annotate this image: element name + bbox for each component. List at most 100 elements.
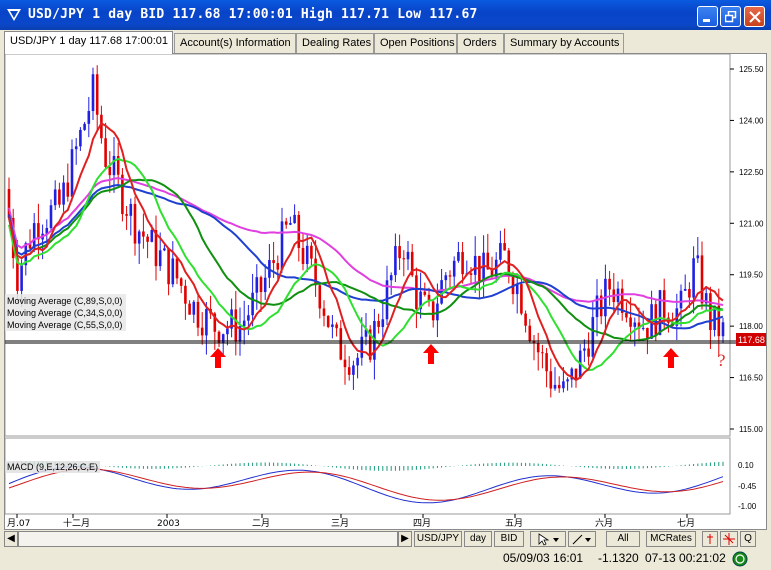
candle-body xyxy=(326,315,330,327)
candle-body xyxy=(633,322,637,327)
tab-label: Dealing Rates xyxy=(302,37,372,49)
price-chart[interactable]: 125.50 124.00 122.50 121.00 119.50 118.00 116.… xyxy=(5,54,766,529)
horizontal-scrollbar[interactable] xyxy=(18,531,398,547)
candle-body xyxy=(541,352,544,354)
price-axis: 125.50 124.00 122.50 121.00 119.50 118.00 116.… xyxy=(730,65,764,434)
legend-ma34[interactable]: Moving Average (C,34,S,0,0) xyxy=(7,308,122,318)
scroll-left-button[interactable]: ◀ xyxy=(4,531,18,547)
candle-body xyxy=(276,263,280,270)
candle-body xyxy=(629,317,632,327)
minimize-button[interactable] xyxy=(697,6,718,27)
question-mark: ? xyxy=(717,351,726,370)
candle-body xyxy=(536,343,540,353)
tab-summary-by-accounts[interactable]: Summary by Accounts xyxy=(504,33,624,53)
candle-body xyxy=(91,74,95,112)
candle-body xyxy=(389,275,393,281)
candle-body xyxy=(335,324,338,329)
price-tick-label: 122.50 xyxy=(739,168,764,177)
tab-orders[interactable]: Orders xyxy=(457,33,504,53)
candle-body xyxy=(641,327,645,329)
bid-button[interactable]: BID xyxy=(494,531,524,547)
cursor-tool-button[interactable] xyxy=(530,531,566,547)
candle-body xyxy=(163,248,166,251)
status-bar: 05/09/03 16:01 -1.1320 07-13 00:21:02 xyxy=(0,548,771,570)
candle-body xyxy=(255,277,259,293)
draw-tool-button[interactable] xyxy=(568,531,596,547)
date-tick-label: 2003 xyxy=(157,519,180,529)
candle-body xyxy=(356,357,359,366)
close-icon xyxy=(749,11,761,23)
tab-label: USD/JPY 1 day 117.68 17:00:01 xyxy=(10,35,168,47)
symbol-button[interactable]: USD/JPY xyxy=(414,531,462,547)
candle-body xyxy=(137,231,141,244)
candle-body xyxy=(184,285,187,304)
price-tick-label: 121.00 xyxy=(739,219,764,228)
period-button[interactable]: day xyxy=(464,531,492,547)
price-tick-label: 125.50 xyxy=(739,65,764,74)
candle-body xyxy=(196,301,200,328)
range-all-button[interactable]: All xyxy=(606,531,640,547)
candle-body xyxy=(331,324,334,327)
legend-ma55[interactable]: Moving Average (C,55,S,0,0) xyxy=(7,320,122,330)
candle-body xyxy=(524,313,527,326)
candle-body xyxy=(549,371,553,389)
candle-body xyxy=(175,258,179,279)
candle-body xyxy=(339,328,343,360)
candle-body xyxy=(318,285,322,309)
chart-area[interactable]: 125.50 124.00 122.50 121.00 119.50 118.00 116.… xyxy=(4,53,767,530)
date-tick-label: 三月 xyxy=(331,518,349,529)
candle-body xyxy=(79,129,82,147)
crosshair-button[interactable] xyxy=(720,531,738,547)
candle-body xyxy=(242,320,246,327)
candle-body xyxy=(95,74,99,115)
tab-label: Summary by Accounts xyxy=(510,37,620,49)
scroll-right-button[interactable]: ▶ xyxy=(398,531,412,547)
candle-body xyxy=(646,327,649,339)
date-tick-label: 月.07 xyxy=(7,518,30,529)
pin-button[interactable] xyxy=(702,531,718,547)
tab-dealing-rates[interactable]: Dealing Rates xyxy=(296,33,374,53)
candle-body xyxy=(247,315,250,321)
legend-ma89[interactable]: Moving Average (C,89,S,0,0) xyxy=(7,296,122,306)
title-bar[interactable]: USD/JPY 1 day BID 117.68 17:00:01 High 1… xyxy=(0,0,771,30)
candle-body xyxy=(74,146,78,150)
candle-body xyxy=(125,214,128,216)
candle-body xyxy=(251,292,254,316)
candle-body xyxy=(721,322,725,337)
candle-body xyxy=(566,379,569,382)
candle-body xyxy=(32,223,36,249)
candle-body xyxy=(310,245,313,259)
close-button[interactable] xyxy=(744,6,765,27)
date-tick-label: 二月 xyxy=(252,518,270,529)
mcrates-button[interactable]: MCRates xyxy=(646,531,696,547)
tab-open-positions[interactable]: Open Positions xyxy=(374,33,457,53)
candle-body xyxy=(545,353,548,372)
q-button[interactable]: Q xyxy=(740,531,756,547)
candle-body xyxy=(406,251,410,260)
candle-body xyxy=(221,334,225,344)
cursor-arrow-icon xyxy=(538,533,559,546)
tab-usdjpy-chart[interactable]: USD/JPY 1 day 117.68 17:00:01 xyxy=(4,31,173,54)
macd-label[interactable]: MACD (9,E,12,26,C,E) xyxy=(7,462,98,472)
candle-body xyxy=(259,277,263,293)
date-tick-label: 五月 xyxy=(505,518,523,529)
candle-body xyxy=(562,381,565,389)
connection-status-icon xyxy=(732,551,748,567)
candle-body xyxy=(188,303,191,315)
tab-accounts-information[interactable]: Account(s) Information xyxy=(174,33,296,53)
candle-body xyxy=(83,123,86,130)
maximize-button[interactable] xyxy=(720,6,741,27)
candle-body xyxy=(457,252,460,261)
candle-body xyxy=(473,255,477,275)
candle-body xyxy=(448,275,452,277)
candle-body xyxy=(217,331,221,344)
candle-body xyxy=(381,319,385,327)
candle-body xyxy=(574,368,578,379)
candle-body xyxy=(692,258,695,298)
candle-body xyxy=(142,231,145,237)
candle-body xyxy=(305,245,309,264)
candle-body xyxy=(347,367,351,375)
status-clock: 07-13 00:21:02 xyxy=(645,551,726,565)
candle-body xyxy=(377,320,380,327)
tab-label: Orders xyxy=(463,37,497,49)
